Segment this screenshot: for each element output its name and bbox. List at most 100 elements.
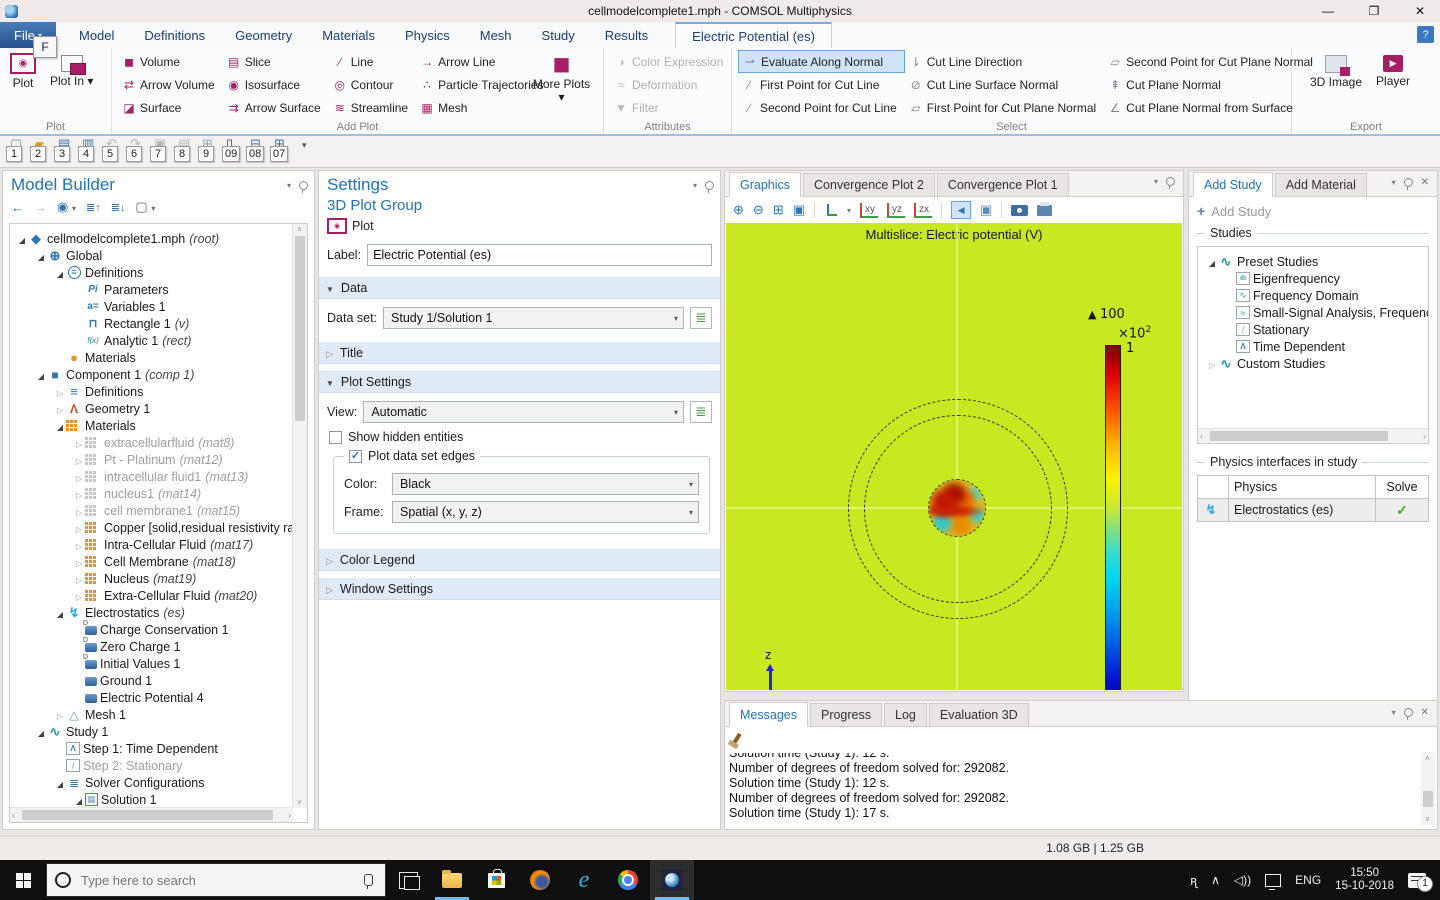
panel-menu-chevron-icon[interactable]: ▾ — [1392, 178, 1396, 187]
tree-expand-icon[interactable] — [54, 385, 66, 399]
tree-expand-icon[interactable] — [54, 419, 66, 433]
tree-expand-icon[interactable] — [1206, 357, 1218, 371]
tree-expand-icon[interactable] — [73, 589, 85, 603]
tab-graphics[interactable]: Graphics — [729, 172, 801, 197]
network-icon[interactable] — [1265, 874, 1281, 887]
add-plot-button[interactable]: ◼ Volume — [118, 50, 223, 73]
tree-item[interactable]: Step 1: Time Dependent — [10, 740, 307, 757]
section-data[interactable]: Data — [319, 276, 720, 299]
transparency-icon[interactable] — [980, 202, 992, 218]
ribbon-tab[interactable]: Physics — [390, 22, 465, 48]
tree-expand-icon[interactable] — [73, 521, 85, 535]
tree-expand-icon[interactable] — [73, 470, 85, 484]
panel-menu-chevron-icon[interactable]: ▾ — [287, 181, 291, 190]
tree-item[interactable]: Zero Charge 1 — [10, 638, 307, 655]
add-plot-button[interactable]: ◎ Contour — [329, 73, 416, 96]
orientation-chevron-icon[interactable]: ▾ — [847, 206, 851, 215]
select-tool-button[interactable]: ▱ First Point for Cut Plane Normal — [905, 96, 1104, 119]
data-set-select[interactable]: Study 1/Solution 1 — [383, 307, 684, 329]
ribbon-tab[interactable]: Materials — [307, 22, 390, 48]
tree-item[interactable]: Step 2: Stationary — [10, 757, 307, 774]
zoom-extents-icon[interactable]: ▣ — [793, 202, 805, 218]
study-tree-item[interactable]: Small-Signal Analysis, Frequenc — [1198, 304, 1428, 321]
tree-expand-icon[interactable] — [16, 232, 28, 246]
panel-menu-chevron-icon[interactable]: ▾ — [693, 181, 697, 190]
quick-access-button[interactable]: 1 — [6, 136, 30, 166]
quick-access-button[interactable]: 07 — [270, 136, 294, 166]
tree-item[interactable]: Component 1 (comp 1) — [10, 366, 307, 383]
quick-access-button[interactable]: 08 — [246, 136, 270, 166]
ribbon-tab[interactable]: Results — [590, 22, 663, 48]
close-panel-icon[interactable]: ✕ — [1421, 177, 1429, 188]
forward-icon[interactable]: → — [34, 200, 47, 215]
quick-access-button[interactable]: 9 — [198, 136, 222, 166]
snapshot-icon[interactable] — [1011, 205, 1028, 216]
select-tool-button[interactable]: ∕ First Point for Cut Line — [738, 73, 905, 96]
view-zx-button[interactable]: zx — [914, 203, 932, 218]
move-down-icon[interactable]: ≣↓ — [111, 201, 126, 214]
panel-menu-chevron-icon[interactable]: ▾ — [1392, 708, 1396, 717]
section-color-legend[interactable]: Color Legend — [319, 548, 720, 571]
ribbon-tab[interactable]: Mesh — [465, 22, 527, 48]
view-yz-button[interactable]: yz — [887, 203, 905, 218]
quick-access-button[interactable]: 6 — [126, 136, 150, 166]
speaker-icon[interactable]: ◁)) — [1234, 873, 1251, 887]
tree-expand-icon[interactable] — [35, 249, 47, 263]
tree-item[interactable]: Cell Membrane (mat18) — [10, 553, 307, 570]
select-tool-button[interactable]: ⊘ Cut Line Surface Normal — [905, 73, 1104, 96]
quick-access-button[interactable]: 3 — [54, 136, 78, 166]
select-tool-button[interactable]: ⇞ Cut Plane Normal — [1104, 73, 1321, 96]
contextual-tab-electric-potential[interactable]: Electric Potential (es) — [675, 22, 832, 48]
tab-evaluation-3d[interactable]: Evaluation 3D — [929, 703, 1029, 726]
go-to-source-button[interactable] — [690, 307, 712, 329]
tab-convergence-plot-2[interactable]: Convergence Plot 2 — [803, 173, 935, 196]
start-button[interactable] — [0, 860, 46, 900]
tree-item[interactable]: Global — [10, 247, 307, 264]
internet-explorer-button[interactable]: e — [562, 860, 606, 900]
tree-expand-icon[interactable] — [73, 572, 85, 586]
search-input[interactable] — [79, 872, 356, 889]
tree-expand-icon[interactable] — [73, 436, 85, 450]
quick-access-button[interactable]: 8 — [174, 136, 198, 166]
collapse-icon[interactable]: ▢ ▾ — [135, 199, 155, 215]
zoom-in-icon[interactable]: ⊕ — [733, 202, 744, 218]
tab-add-material[interactable]: Add Material — [1275, 173, 1367, 196]
more-plots-button[interactable]: ◼ More Plots ▾ — [526, 50, 597, 120]
tree-expand-icon[interactable] — [1206, 255, 1218, 269]
help-button[interactable]: ? — [1417, 26, 1434, 43]
zoom-out-icon[interactable]: ⊖ — [753, 202, 764, 218]
clock[interactable]: 15:50 15-10-2018 — [1335, 867, 1394, 893]
close-panel-icon[interactable]: ✕ — [1421, 707, 1429, 718]
tree-item[interactable]: Copper [solid,residual resistivity rati — [10, 519, 307, 536]
tree-expand-icon[interactable] — [73, 453, 85, 467]
tab-add-study[interactable]: Add Study — [1193, 172, 1273, 197]
tree-expand-icon[interactable] — [35, 368, 47, 382]
quick-access-button[interactable]: 7 — [150, 136, 174, 166]
label-input[interactable] — [367, 244, 712, 266]
tree-item[interactable]: extracellularfluid (mat8) — [10, 434, 307, 451]
pin-icon[interactable] — [1166, 177, 1175, 186]
tree-item[interactable]: Geometry 1 — [10, 400, 307, 417]
quick-access-overflow-chevron[interactable]: ▾ — [302, 140, 307, 151]
tree-item[interactable]: Electrostatics (es) — [10, 604, 307, 621]
add-plot-button[interactable]: ▤ Slice — [223, 50, 329, 73]
tree-item[interactable]: Ground 1 — [10, 672, 307, 689]
tree-item[interactable]: Analytic 1 (rect) — [10, 332, 307, 349]
tree-item[interactable]: cell membrane1 (mat15) — [10, 502, 307, 519]
tree-item[interactable]: Definitions — [10, 383, 307, 400]
plot-button[interactable]: Plot — [6, 50, 40, 118]
tree-item[interactable]: nucleus1 (mat14) — [10, 485, 307, 502]
ribbon-tab[interactable]: Geometry — [220, 22, 307, 48]
microphone-icon[interactable] — [364, 874, 373, 886]
3d-image-button[interactable]: 3D Image — [1306, 50, 1366, 118]
tree-item[interactable]: Study 1 — [10, 723, 307, 740]
tree-item[interactable]: Charge Conservation 1 — [10, 621, 307, 638]
tree-item[interactable]: Pt - Platinum (mat12) — [10, 451, 307, 468]
tree-item[interactable]: Materials — [10, 349, 307, 366]
quick-access-button[interactable]: 09 — [222, 136, 246, 166]
tab-log[interactable]: Log — [884, 703, 927, 726]
tree-item[interactable]: Initial Values 1 — [10, 655, 307, 672]
tree-expand-icon[interactable] — [73, 555, 85, 569]
tree-expand-icon[interactable] — [54, 776, 66, 790]
tree-expand-icon[interactable] — [35, 725, 47, 739]
